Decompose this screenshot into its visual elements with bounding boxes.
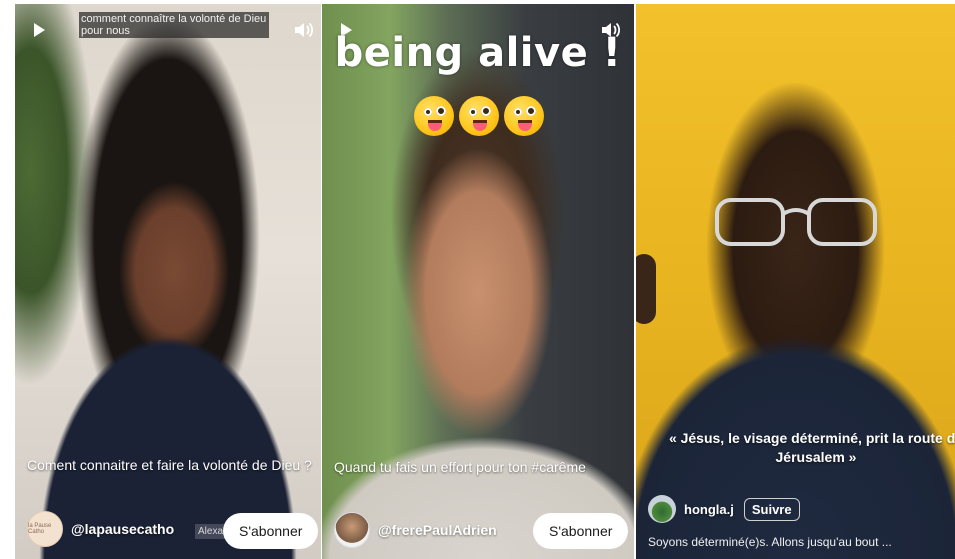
faded-tag: Alexa	[195, 524, 227, 539]
video-card-3[interactable]: « Jésus, le visage déterminé, prit la ro…	[636, 4, 955, 559]
top-caption: comment connaître la volonté de Dieu pou…	[79, 12, 269, 38]
subscribe-button[interactable]: S'abonner	[533, 513, 629, 549]
avatar-logo-text: la Pause Catho	[28, 523, 52, 535]
channel-handle[interactable]: hongla.j	[684, 502, 734, 517]
channel-row: la Pause Catho @lapausecatho	[27, 511, 174, 547]
subscribe-button[interactable]: S'abonner	[223, 513, 319, 549]
zany-face-icon	[414, 96, 454, 136]
follow-button[interactable]: Suivre	[743, 497, 800, 521]
channel-handle[interactable]: @lapausecatho	[71, 521, 174, 537]
emoji-row	[414, 96, 544, 136]
channel-handle[interactable]: @frerePaulAdrien	[378, 522, 497, 538]
video-description: Soyons déterminé(e)s. Allons jusqu'au bo…	[648, 535, 892, 549]
channel-row: @frerePaulAdrien	[334, 512, 497, 548]
video-description: Coment connaitre et faire la volonté de …	[27, 457, 312, 473]
zany-face-icon	[459, 96, 499, 136]
video-card-1[interactable]: comment connaître la volonté de Dieu pou…	[15, 4, 321, 559]
quote-overlay: « Jésus, le visage déterminé, prit la ro…	[668, 430, 955, 465]
channel-row: hongla.j Suivre	[648, 495, 800, 523]
speaker-icon[interactable]	[293, 20, 315, 40]
hand-shape	[636, 254, 656, 324]
overlay-title: being alive !	[334, 30, 622, 76]
avatar[interactable]: la Pause Catho	[27, 511, 63, 547]
avatar[interactable]	[334, 512, 370, 548]
video-description: Quand tu fais un effort pour ton #carême	[334, 459, 586, 475]
avatar[interactable]	[648, 495, 676, 523]
zany-face-icon	[504, 96, 544, 136]
play-icon[interactable]	[34, 23, 45, 37]
video-card-2[interactable]: being alive ! Quand tu fais un effort po…	[322, 4, 634, 559]
glasses-icon	[715, 198, 877, 246]
